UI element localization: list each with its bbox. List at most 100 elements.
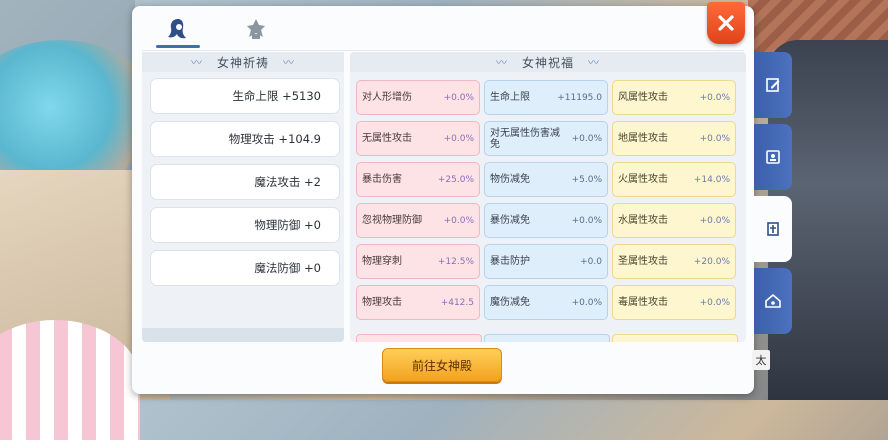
home-icon: [765, 293, 781, 308]
blessing-cell-name: 魔伤减免: [490, 297, 530, 308]
grid-overflow-yellow: [612, 334, 738, 342]
blessing-cell: 无属性攻击 +0.0%: [356, 121, 480, 156]
prayer-footer: [142, 328, 344, 342]
blessing-cell: 暴击防护 +0.0: [484, 244, 608, 279]
prayer-header: 〰 女神祈祷 〰: [142, 52, 344, 72]
blessing-cell-value: +0.0%: [699, 297, 730, 308]
blessing-title: 女神祝福: [521, 55, 574, 70]
blessing-cell-value: +0.0%: [443, 92, 474, 103]
blessing-cell-value: +14.0%: [693, 174, 730, 185]
prayer-item-label: 魔法攻击 +2: [254, 175, 321, 189]
side-label: 太: [752, 350, 770, 370]
blessing-cell-name: 物理穿刺: [362, 256, 402, 267]
blessing-cell: 毒属性攻击 +0.0%: [612, 285, 736, 320]
prayer-section: 〰 女神祈祷 〰 生命上限 +5130 物理攻击 +104.9 魔法攻击 +2 …: [142, 52, 344, 342]
blessing-cell-name: 对人形增伤: [362, 92, 412, 103]
blessing-cell: 物伤减免 +5.0%: [484, 162, 608, 197]
blessing-cell-name: 风属性攻击: [618, 92, 668, 103]
blessing-cell-value: +12.5%: [437, 256, 474, 267]
blessing-cell-value: +20.0%: [693, 256, 730, 267]
blessing-cell-value: +0.0%: [571, 297, 602, 308]
book-icon: [767, 222, 779, 236]
tab-goddess[interactable]: [156, 12, 200, 48]
blessing-cell: 火属性攻击 +14.0%: [612, 162, 736, 197]
prayer-item-label: 魔法防御 +0: [254, 261, 321, 275]
prayer-item: 物理防御 +0: [150, 207, 340, 243]
edit-icon: [766, 78, 780, 92]
blessing-cell: 水属性攻击 +0.0%: [612, 203, 736, 238]
blessing-cell: 地属性攻击 +0.0%: [612, 121, 736, 156]
blessing-cell-value: +0.0%: [699, 215, 730, 226]
blessing-cell-name: 对无属性伤害减免: [490, 127, 560, 150]
blessing-cell: 物理穿刺 +12.5%: [356, 244, 480, 279]
blessing-cell-name: 无属性攻击: [362, 133, 412, 144]
go-temple-button[interactable]: 前往女神殿: [382, 348, 502, 382]
blessing-cell-value: +11195.0: [557, 92, 602, 103]
goddess-icon: [168, 19, 186, 39]
blessing-cell-name: 地属性攻击: [618, 133, 668, 144]
side-tab-edit[interactable]: [754, 52, 792, 118]
side-tab-home[interactable]: [754, 268, 792, 334]
blessing-cell-name: 火属性攻击: [618, 174, 668, 185]
wing-right-icon: 〰: [588, 56, 600, 69]
prayer-item: 生命上限 +5130: [150, 78, 340, 114]
tab-emblem[interactable]: [236, 12, 276, 46]
blessing-cell: 对无属性伤害减免 +0.0%: [484, 121, 608, 156]
prayer-item-label: 物理攻击 +104.9: [228, 132, 321, 146]
blessing-cell-value: +412.5: [440, 297, 474, 308]
blessing-cell-value: +0.0: [580, 256, 602, 267]
blessing-cell-value: +0.0%: [443, 133, 474, 144]
blessing-cell-name: 暴击伤害: [362, 174, 402, 185]
blessing-cell: 忽视物理防御 +0.0%: [356, 203, 480, 238]
prayer-item: 物理攻击 +104.9: [150, 121, 340, 157]
prayer-list: 生命上限 +5130 物理攻击 +104.9 魔法攻击 +2 物理防御 +0 魔…: [142, 72, 344, 286]
card-icon: [766, 150, 780, 164]
blessing-cell-name: 水属性攻击: [618, 215, 668, 226]
grid-overflow-blue: [484, 334, 610, 342]
blessing-cell: 圣属性攻击 +20.0%: [612, 244, 736, 279]
wing-left-icon: 〰: [190, 56, 203, 69]
blessing-cell-value: +0.0%: [571, 215, 602, 226]
blessing-cell: 暴击伤害 +25.0%: [356, 162, 480, 197]
blessing-cell: 魔伤减免 +0.0%: [484, 285, 608, 320]
blessing-cell-name: 毒属性攻击: [618, 297, 668, 308]
blessing-cell-name: 圣属性攻击: [618, 256, 668, 267]
blessing-cell-name: 物理攻击: [362, 297, 402, 308]
side-tab-card[interactable]: [754, 124, 792, 190]
blessing-cell: 生命上限 +11195.0: [484, 80, 608, 115]
prayer-item: 魔法攻击 +2: [150, 164, 340, 200]
blessing-cell-value: +0.0%: [571, 133, 602, 144]
blessing-cell-value: +25.0%: [437, 174, 474, 185]
close-button[interactable]: [707, 2, 745, 44]
blessing-cell-name: 生命上限: [490, 92, 530, 103]
tab-active-indicator: [156, 45, 200, 48]
emblem-icon: [247, 19, 265, 39]
blessing-cell-value: +0.0%: [443, 215, 474, 226]
blessing-header: 〰 女神祝福 〰: [350, 52, 746, 72]
blessing-cell-value: +0.0%: [699, 92, 730, 103]
blessing-cell: 对人形增伤 +0.0%: [356, 80, 480, 115]
side-tab-book[interactable]: [754, 196, 792, 262]
wing-left-icon: 〰: [495, 56, 508, 69]
blessing-grid: 对人形增伤 +0.0% 生命上限 +11195.0 风属性攻击 +0.0% 无属性攻击 +0.…: [356, 80, 740, 320]
grid-overflow-pink: [356, 334, 482, 342]
prayer-item-label: 生命上限 +5130: [232, 89, 321, 103]
side-tabs: [754, 52, 794, 340]
prayer-item: 魔法防御 +0: [150, 250, 340, 286]
blessing-cell-value: +0.0%: [699, 133, 730, 144]
blessing-cell: 暴伤减免 +0.0%: [484, 203, 608, 238]
blessing-cell-name: 忽视物理防御: [362, 215, 422, 226]
blessing-cell-name: 暴伤减免: [490, 215, 530, 226]
prayer-title: 女神祈祷: [216, 55, 269, 70]
blessing-cell-value: +5.0%: [571, 174, 602, 185]
blessing-section[interactable]: 〰 女神祝福 〰 对人形增伤 +0.0% 生命上限 +11195.0 风属性攻击 +0.0…: [350, 52, 746, 342]
blessing-cell: 风属性攻击 +0.0%: [612, 80, 736, 115]
wing-right-icon: 〰: [283, 56, 295, 69]
blessing-cell-name: 物伤减免: [490, 174, 530, 185]
goddess-panel: 〰 女神祈祷 〰 生命上限 +5130 物理攻击 +104.9 魔法攻击 +2 …: [132, 6, 754, 394]
close-icon: [718, 15, 734, 31]
prayer-item-label: 物理防御 +0: [254, 218, 321, 232]
blessing-cell-name: 暴击防护: [490, 256, 530, 267]
header-divider: [142, 50, 744, 51]
blessing-cell: 物理攻击 +412.5: [356, 285, 480, 320]
